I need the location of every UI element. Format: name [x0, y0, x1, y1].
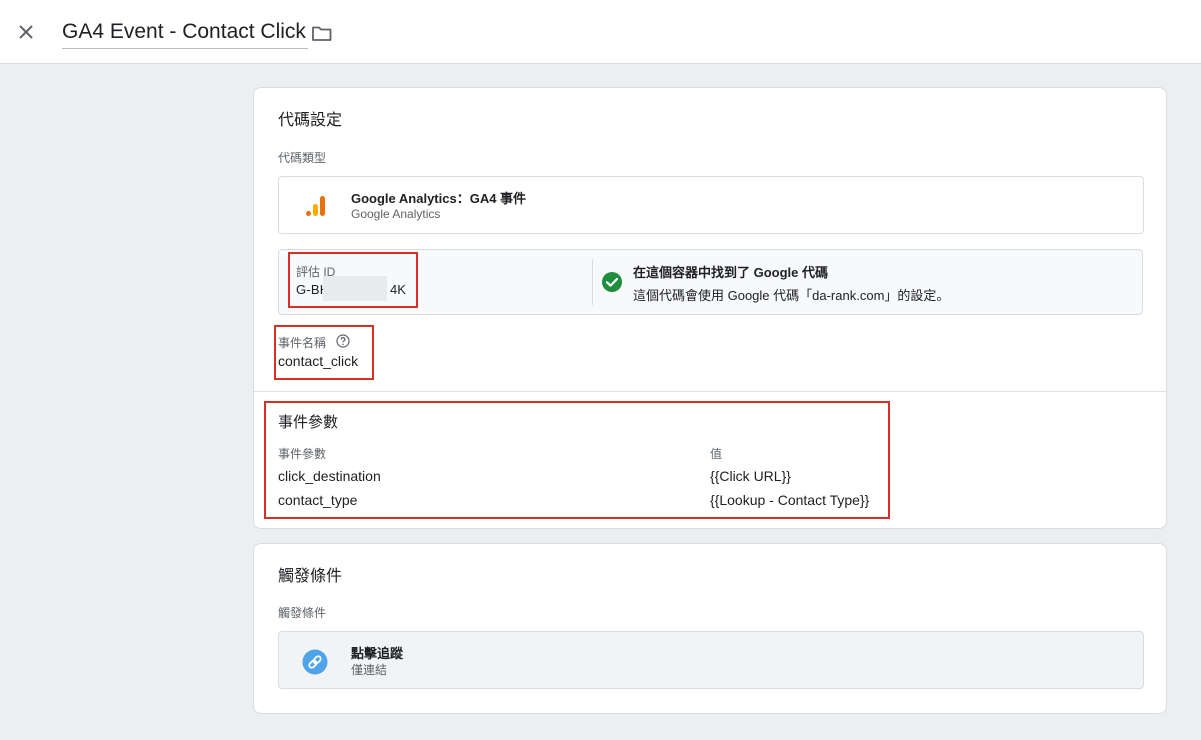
- triggering-card[interactable]: 觸發條件 觸發條件 點擊追蹤 僅連結: [253, 543, 1167, 714]
- measurement-id-suffix[interactable]: 4K: [390, 282, 406, 297]
- param-value: {{Lookup - Contact Type}}: [710, 492, 870, 508]
- tag-type-name: Google Analytics：GA4 事件: [351, 191, 527, 206]
- value-column-header: 值: [710, 447, 723, 461]
- google-tag-found-title: 在這個容器中找到了 Google 代碼: [633, 265, 829, 280]
- help-icon[interactable]: [336, 334, 350, 348]
- tag-name-field[interactable]: GA4 Event - Contact Click: [62, 17, 308, 49]
- tag-configuration-card[interactable]: 代碼設定 代碼類型 Google Analytics：GA4 事件 Google…: [253, 87, 1167, 529]
- event-name-value[interactable]: contact_click: [278, 353, 358, 369]
- trigger-name: 點擊追蹤: [351, 646, 404, 661]
- google-tag-found-subtitle: 這個代碼會使用 Google 代碼「da-rank.com」的設定。: [633, 288, 950, 303]
- close-icon[interactable]: [14, 20, 38, 44]
- tag-type-selector[interactable]: Google Analytics：GA4 事件 Google Analytics: [278, 176, 1144, 234]
- param-column-header: 事件參數: [278, 447, 327, 461]
- triggering-label: 觸發條件: [278, 606, 327, 620]
- param-value: {{Click URL}}: [710, 468, 791, 484]
- triggering-title: 觸發條件: [278, 568, 343, 585]
- tag-configuration-title: 代碼設定: [278, 112, 343, 129]
- tag-name-text[interactable]: GA4 Event - Contact Click: [62, 20, 306, 43]
- measurement-id-panel: 評估 ID G-BH 4K 在這個容器中找到了 Google 代碼 這個代碼會使…: [278, 249, 1143, 315]
- trigger-subtitle: 僅連結: [351, 663, 388, 677]
- measurement-id-redaction: [323, 276, 387, 301]
- tag-type-subtitle: Google Analytics: [351, 207, 441, 221]
- top-bar: GA4 Event - Contact Click: [0, 0, 1201, 64]
- event-name-label: 事件名稱: [278, 336, 327, 350]
- panel-divider: [592, 259, 593, 305]
- param-name: click_destination: [278, 468, 381, 484]
- tag-type-label: 代碼類型: [278, 151, 327, 165]
- param-name: contact_type: [278, 492, 358, 508]
- folder-icon[interactable]: [310, 21, 334, 45]
- check-circle-icon: [601, 271, 623, 293]
- trigger-item[interactable]: 點擊追蹤 僅連結: [278, 631, 1144, 689]
- section-divider: [254, 391, 1166, 392]
- link-icon: [302, 649, 328, 675]
- event-parameters-title: 事件參數: [278, 414, 339, 431]
- google-analytics-icon: [305, 194, 327, 218]
